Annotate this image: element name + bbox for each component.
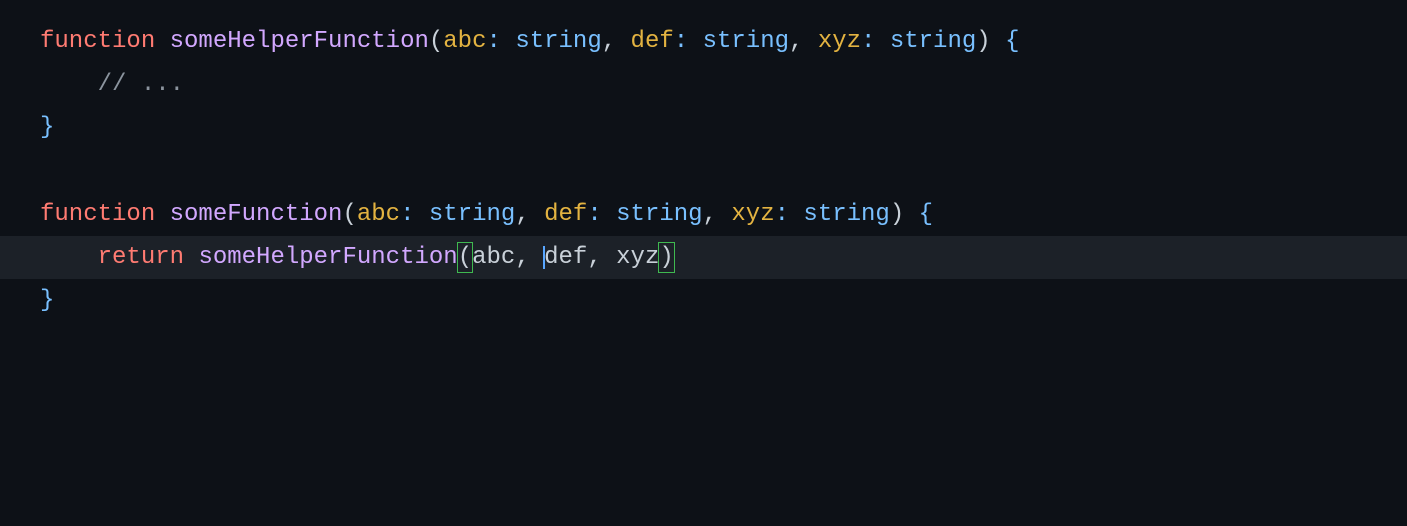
type: string	[429, 201, 515, 228]
code-line[interactable]: }	[40, 279, 1367, 322]
brace-close: }	[40, 114, 54, 141]
code-line[interactable]: // ...	[40, 63, 1367, 106]
param: def	[544, 201, 587, 228]
argument: abc	[472, 244, 515, 271]
comment: // ...	[98, 71, 184, 98]
function-name: someFunction	[170, 201, 343, 228]
argument-cursor: def	[544, 244, 587, 271]
paren-close: )	[890, 201, 904, 228]
param: abc	[443, 28, 486, 55]
type: string	[803, 201, 889, 228]
paren-open: (	[342, 201, 356, 228]
code-line[interactable]: }	[40, 106, 1367, 149]
type: string	[703, 28, 789, 55]
function-call: someHelperFunction	[198, 244, 457, 271]
keyword-function: function	[40, 201, 155, 228]
code-line[interactable]: function someFunction(abc: string, def: …	[40, 193, 1367, 236]
param: xyz	[731, 201, 774, 228]
paren-close-matched: )	[659, 244, 673, 271]
type: string	[616, 201, 702, 228]
keyword-function: function	[40, 28, 155, 55]
brace-close: }	[40, 287, 54, 314]
param: xyz	[818, 28, 861, 55]
type: string	[890, 28, 976, 55]
argument: xyz	[616, 244, 659, 271]
code-editor[interactable]: function someHelperFunction(abc: string,…	[40, 20, 1367, 322]
code-line[interactable]: function someHelperFunction(abc: string,…	[40, 20, 1367, 63]
keyword-return: return	[98, 244, 184, 271]
code-line-active[interactable]: return someHelperFunction(abc, def, xyz)	[0, 236, 1407, 279]
function-name: someHelperFunction	[170, 28, 429, 55]
type: string	[515, 28, 601, 55]
brace-open: {	[919, 201, 933, 228]
param: abc	[357, 201, 400, 228]
param: def	[631, 28, 674, 55]
paren-close: )	[976, 28, 990, 55]
code-line-empty[interactable]	[40, 150, 1367, 193]
brace-open: {	[1005, 28, 1019, 55]
paren-open: (	[429, 28, 443, 55]
paren-open-matched: (	[458, 244, 472, 271]
